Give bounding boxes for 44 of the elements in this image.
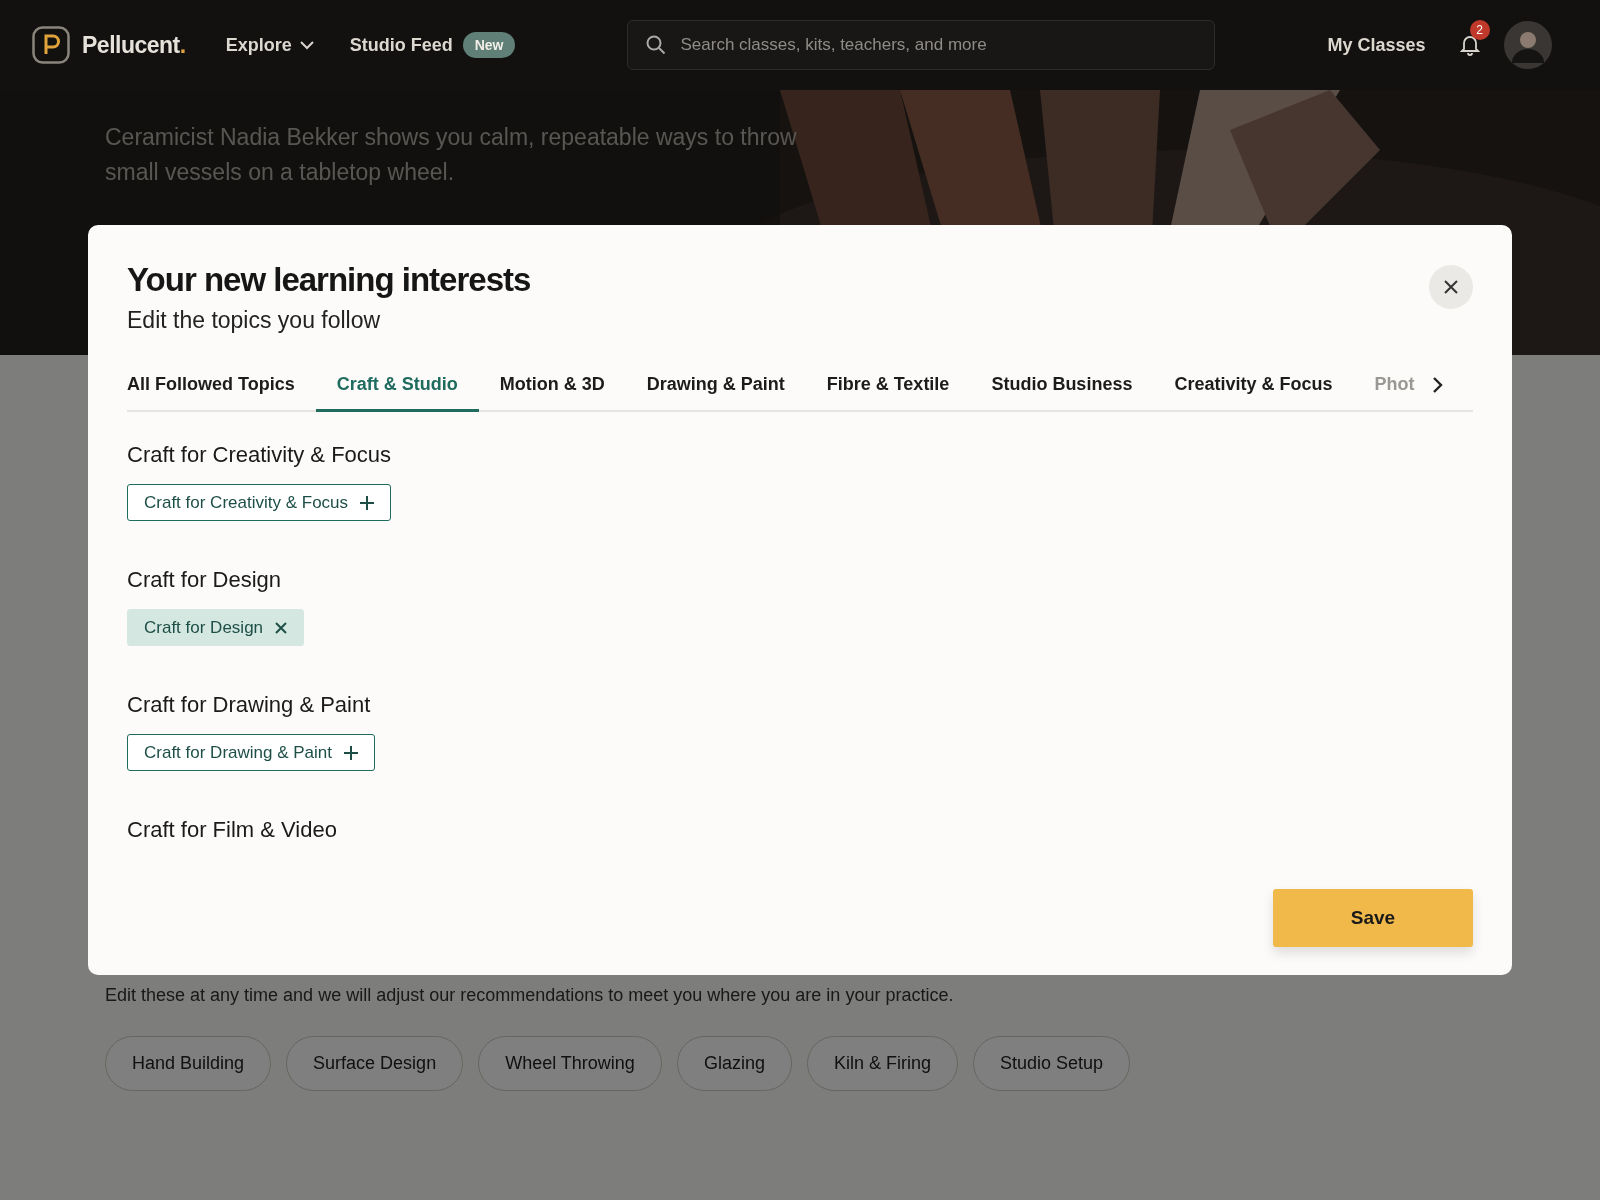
chevron-down-icon bbox=[299, 40, 314, 50]
topic-tab[interactable]: Craft & Studio bbox=[315, 360, 479, 412]
topic-tab[interactable]: Studio Business bbox=[970, 360, 1154, 412]
dialog-subtitle: Edit the topics you follow bbox=[127, 307, 382, 334]
bell-icon[interactable] bbox=[1459, 34, 1480, 56]
search-bar[interactable]: Search classes, kits, teachers, and more bbox=[627, 20, 1216, 70]
avatar[interactable] bbox=[1503, 21, 1552, 69]
topic-tab[interactable]: Creativity & Focus bbox=[1153, 360, 1354, 412]
class-description: Ceramicist Nadia Bekker shows you calm, repeatable ways to throw small vessels on a tabletop wheel. bbox=[104, 123, 798, 187]
topic-pill[interactable]: Kiln & Firing bbox=[806, 1036, 958, 1091]
explore-menu[interactable]: Explore bbox=[225, 34, 314, 56]
plus-icon bbox=[360, 495, 375, 510]
notification-count: 2 bbox=[1469, 20, 1490, 40]
dialog-title: Your new learning interests bbox=[127, 261, 531, 299]
close-button[interactable] bbox=[1429, 265, 1473, 309]
search-icon bbox=[646, 35, 667, 55]
brand-name[interactable]: Pellucent. bbox=[82, 31, 186, 59]
topic-tab[interactable]: Drawing & Paint bbox=[625, 360, 806, 412]
plus-icon bbox=[344, 745, 358, 760]
my-classes-link[interactable]: My Classes bbox=[1327, 34, 1426, 56]
topic-pill[interactable]: Studio Setup bbox=[972, 1036, 1131, 1091]
topic-tab[interactable]: Motion & 3D bbox=[478, 360, 626, 412]
save-button[interactable]: Save bbox=[1273, 889, 1473, 947]
topic-pill[interactable]: Glazing bbox=[676, 1036, 792, 1091]
topic-chip[interactable]: Craft for Creativity & Focus bbox=[127, 484, 392, 521]
topic-pill[interactable]: Hand Building bbox=[105, 1036, 272, 1091]
topic-pill[interactable]: Surface Design bbox=[286, 1036, 464, 1091]
logo-icon[interactable] bbox=[32, 26, 70, 64]
new-badge: New bbox=[462, 32, 516, 58]
topic-pill[interactable]: Wheel Throwing bbox=[478, 1036, 662, 1091]
chevron-right-icon[interactable] bbox=[1432, 376, 1445, 394]
section-heading: Craft for Creativity & Focus bbox=[127, 442, 393, 468]
section-heading: Craft for Drawing & Paint bbox=[127, 692, 372, 718]
section-heading: Craft for Design bbox=[127, 567, 283, 593]
close-icon bbox=[1443, 279, 1459, 295]
topic-chip[interactable]: Craft for Drawing & Paint bbox=[127, 734, 375, 771]
topic-tab[interactable]: Fibre & Textile bbox=[805, 360, 971, 412]
topic-chip[interactable]: Craft for Design bbox=[127, 609, 305, 646]
section-heading: Craft for Film & Video bbox=[127, 817, 338, 843]
interests-note: Edit these at any time and we will adjust our recommendations to meet you where you are in your practice. bbox=[105, 985, 955, 1006]
search-field[interactable]: Search classes, kits, teachers, and more bbox=[680, 22, 1197, 68]
topic-tab[interactable]: All Followed Topics bbox=[127, 360, 316, 412]
remove-icon bbox=[275, 621, 288, 634]
nav-link[interactable]: Studio Feed bbox=[349, 34, 453, 56]
